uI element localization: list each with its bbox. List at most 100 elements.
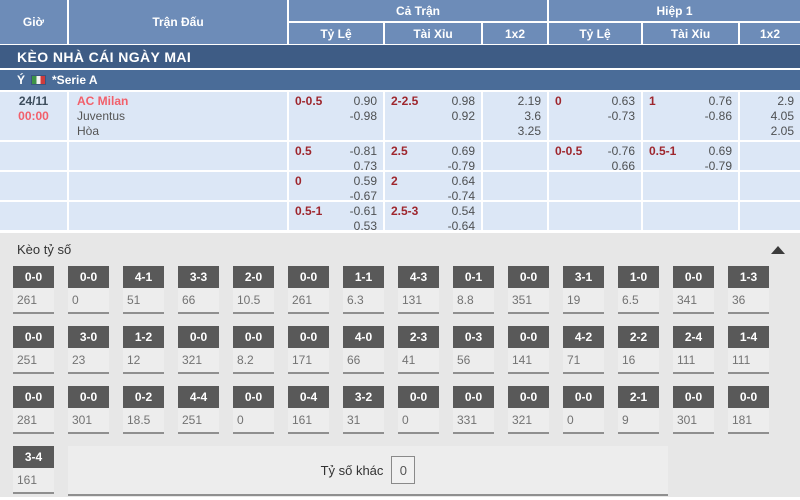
- odds-row: 00.59-0.6720.64-0.74: [0, 172, 800, 200]
- handicap-line-label: 0.5-1: [295, 204, 322, 219]
- odds-values: 0.69-0.79: [448, 144, 475, 174]
- score-box[interactable]: 0-00: [68, 266, 109, 314]
- score-box[interactable]: 4-3131: [398, 266, 439, 314]
- score-box[interactable]: 0-0321: [178, 326, 219, 374]
- score-box[interactable]: 0-0171: [288, 326, 329, 374]
- score-odds: 6.3: [343, 288, 384, 314]
- score-box[interactable]: 4-066: [343, 326, 384, 374]
- odds-value: -0.73: [608, 109, 635, 124]
- score-box[interactable]: 0-0261: [13, 266, 54, 314]
- ft-handicap-cell[interactable]: 0.5-1-0.610.53: [289, 202, 383, 230]
- odds-value: 3.6: [524, 109, 541, 124]
- score-box[interactable]: 2-216: [618, 326, 659, 374]
- correct-score-section: Kèo tỷ số 0-02610-004-1513-3662-010.50-0…: [0, 233, 800, 497]
- score-label: 2-0: [233, 266, 274, 288]
- odds-value: 2.19: [518, 94, 541, 109]
- h1-overunder-cell[interactable]: 0.5-10.69-0.79: [643, 142, 738, 170]
- score-box[interactable]: 0-00: [563, 386, 604, 434]
- score-box[interactable]: 3-119: [563, 266, 604, 314]
- score-odds: 19: [563, 288, 604, 314]
- h1-overunder-cell[interactable]: 1 0.76-0.86: [643, 92, 738, 140]
- handicap-line-label: 0-0.5: [555, 144, 582, 159]
- h1-1x2-cell[interactable]: 2.94.052.05: [740, 92, 800, 140]
- h1-handicap-cell: [549, 172, 641, 200]
- score-odds: 331: [453, 408, 494, 434]
- score-box[interactable]: 0-00: [233, 386, 274, 434]
- score-label: 0-0: [68, 386, 109, 408]
- score-box[interactable]: 4-4251: [178, 386, 219, 434]
- score-box[interactable]: 2-4111: [673, 326, 714, 374]
- score-box[interactable]: 2-19: [618, 386, 659, 434]
- ft-1x2-cell[interactable]: 2.193.63.25: [483, 92, 547, 140]
- handicap-line-label: 0: [295, 174, 302, 189]
- score-box[interactable]: 1-212: [123, 326, 164, 374]
- score-box[interactable]: 4-151: [123, 266, 164, 314]
- score-label: 0-0: [68, 266, 109, 288]
- ft-overunder-cell[interactable]: 20.64-0.74: [385, 172, 481, 200]
- score-box[interactable]: 3-4 161: [13, 446, 54, 496]
- score-box[interactable]: 1-336: [728, 266, 769, 314]
- score-box[interactable]: 0-0251: [13, 326, 54, 374]
- score-label: 0-0: [508, 386, 549, 408]
- ft-overunder-cell[interactable]: 2.50.69-0.79: [385, 142, 481, 170]
- score-box[interactable]: 0-4161: [288, 386, 329, 434]
- score-box[interactable]: 0-0321: [508, 386, 549, 434]
- score-box[interactable]: 0-0261: [288, 266, 329, 314]
- score-box[interactable]: 0-0331: [453, 386, 494, 434]
- score-box[interactable]: 3-231: [343, 386, 384, 434]
- score-odds: 9: [618, 408, 659, 434]
- score-box[interactable]: 2-341: [398, 326, 439, 374]
- h1-handicap-cell[interactable]: 0-0.5-0.760.66: [549, 142, 641, 170]
- score-box[interactable]: 0-0301: [673, 386, 714, 434]
- score-odds: 66: [178, 288, 219, 314]
- score-box[interactable]: 0-00: [398, 386, 439, 434]
- score-box[interactable]: 1-16.3: [343, 266, 384, 314]
- score-odds: 251: [178, 408, 219, 434]
- score-odds: 36: [728, 288, 769, 314]
- score-odds: 171: [288, 348, 329, 374]
- ft-1x2-cell: [483, 142, 547, 170]
- score-box[interactable]: 0-08.2: [233, 326, 274, 374]
- handicap-line-label: 1: [649, 94, 656, 109]
- score-odds: 301: [673, 408, 714, 434]
- score-label: 0-0: [233, 326, 274, 348]
- match-date: 24/11: [0, 94, 67, 109]
- score-box[interactable]: 0-0351: [508, 266, 549, 314]
- odds-row: 0.5-0.810.732.50.69-0.790-0.5-0.760.660.…: [0, 142, 800, 170]
- score-odds: 23: [68, 348, 109, 374]
- score-box[interactable]: 0-0341: [673, 266, 714, 314]
- score-label: 1-0: [618, 266, 659, 288]
- score-odds: 341: [673, 288, 714, 314]
- other-score-input[interactable]: 0: [391, 456, 415, 484]
- score-box[interactable]: 0-356: [453, 326, 494, 374]
- handicap-line-label: 2.5-3: [391, 204, 418, 219]
- handicap-line-label: 0-0.5: [295, 94, 322, 109]
- column-header-ft-overunder: Tài Xỉu: [385, 23, 481, 44]
- collapse-triangle-up-icon[interactable]: [771, 246, 785, 254]
- odds-value: 0.69: [709, 144, 732, 159]
- ft-overunder-cell[interactable]: 2-2.50.980.92: [385, 92, 481, 140]
- score-box[interactable]: 3-023: [68, 326, 109, 374]
- odds-values: -0.760.66: [608, 144, 635, 174]
- h1-handicap-cell[interactable]: 00.63-0.73: [549, 92, 641, 140]
- score-box[interactable]: 4-271: [563, 326, 604, 374]
- score-box[interactable]: 0-0181: [728, 386, 769, 434]
- score-box[interactable]: 0-218.5: [123, 386, 164, 434]
- ft-handicap-cell[interactable]: 0-0.50.90-0.98: [289, 92, 383, 140]
- score-label: 0-0: [13, 386, 54, 408]
- odds-values: 0.76-0.86: [705, 94, 732, 124]
- column-group-full-time: Cả Trận: [289, 0, 547, 21]
- ft-handicap-cell[interactable]: 0.5-0.810.73: [289, 142, 383, 170]
- score-box[interactable]: 1-06.5: [618, 266, 659, 314]
- score-box[interactable]: 0-0301: [68, 386, 109, 434]
- score-box[interactable]: 2-010.5: [233, 266, 274, 314]
- score-box[interactable]: 1-4111: [728, 326, 769, 374]
- ft-overunder-cell[interactable]: 2.5-30.54-0.64: [385, 202, 481, 230]
- score-box[interactable]: 0-18.8: [453, 266, 494, 314]
- score-box[interactable]: 0-0141: [508, 326, 549, 374]
- score-box[interactable]: 3-366: [178, 266, 219, 314]
- h1-1x2-cell: [740, 202, 800, 230]
- score-odds: 66: [343, 348, 384, 374]
- score-box[interactable]: 0-0281: [13, 386, 54, 434]
- ft-handicap-cell[interactable]: 00.59-0.67: [289, 172, 383, 200]
